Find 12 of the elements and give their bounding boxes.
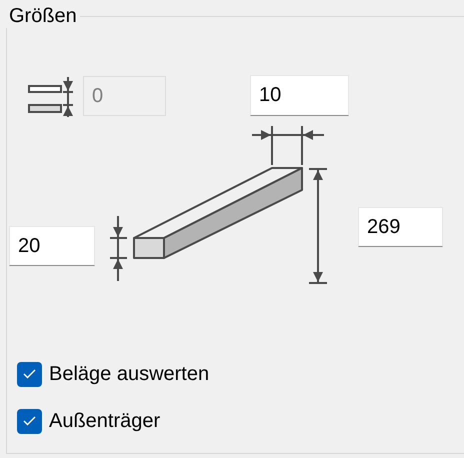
number-field[interactable]: 10 <box>250 75 349 116</box>
checkbox[interactable] <box>17 408 42 434</box>
checkbox-label: Außenträger <box>49 410 160 432</box>
height-dimension-drawing <box>110 216 127 281</box>
checkbox-label: Beläge auswerten <box>49 362 210 386</box>
number-field[interactable]: 20 <box>9 226 95 266</box>
checkbox[interactable] <box>17 362 42 386</box>
checkmark-icon <box>23 369 36 379</box>
number-field[interactable]: 269 <box>358 207 443 247</box>
checkmark-icon <box>23 416 36 426</box>
gap-icon <box>28 77 73 117</box>
width-dimension-drawing <box>252 126 324 165</box>
